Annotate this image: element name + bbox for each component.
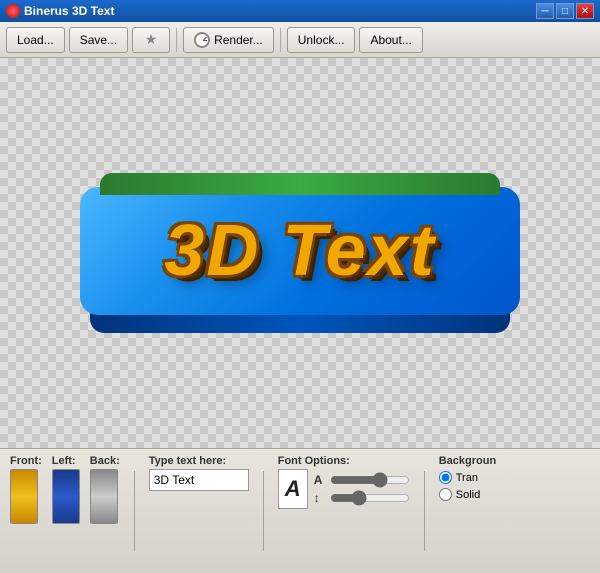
- title-bar-left: Binerus 3D Text: [6, 4, 114, 18]
- toolbar-divider-2: [280, 28, 281, 52]
- unlock-button[interactable]: Unlock...: [287, 27, 356, 53]
- left-color-section: Left:: [52, 455, 80, 524]
- size-slider-row-1: A: [314, 473, 410, 487]
- maximize-button[interactable]: □: [556, 3, 574, 19]
- panel-divider-1: [134, 471, 135, 551]
- left-swatch-inner: [53, 470, 79, 523]
- text-input-section: Type text here:: [149, 455, 249, 491]
- depth-icon: ↕: [314, 491, 326, 505]
- badge-main-face: 3D Text: [80, 187, 520, 315]
- back-color-section: Back:: [90, 455, 120, 524]
- left-label: Left:: [52, 455, 76, 467]
- left-color-swatch[interactable]: [52, 469, 80, 524]
- background-label: Backgroun: [439, 455, 496, 467]
- star-button[interactable]: ★: [132, 27, 170, 53]
- transparent-radio-row: Tran: [439, 471, 496, 484]
- render-button[interactable]: Render...: [183, 27, 274, 53]
- panel-divider-3: [424, 471, 425, 551]
- clock-icon: [194, 32, 210, 48]
- back-color-swatch[interactable]: [90, 469, 118, 524]
- font-options-label: Font Options:: [278, 455, 410, 467]
- title-bar-controls[interactable]: ─ □ ✕: [536, 3, 594, 19]
- text-input-label: Type text here:: [149, 455, 249, 467]
- font-preview-button[interactable]: A: [278, 469, 308, 509]
- front-swatch-group: [10, 469, 38, 524]
- solid-radio[interactable]: [439, 488, 452, 501]
- font-btn-row: A A ↕: [278, 469, 410, 509]
- 3d-text-display: 3D Text: [164, 210, 435, 292]
- size-slider-row-2: ↕: [314, 491, 410, 505]
- load-button[interactable]: Load...: [6, 27, 65, 53]
- bottom-panel: Front: Left: Back: Type text here:: [0, 448, 600, 573]
- 3d-badge: 3D Text: [80, 173, 520, 333]
- left-swatch-group: [52, 469, 80, 524]
- solid-label: Solid: [456, 489, 480, 501]
- back-swatch-inner: [91, 470, 117, 523]
- font-size-slider[interactable]: [330, 473, 410, 487]
- font-options-section: Font Options: A A ↕: [278, 455, 410, 509]
- front-color-section: Front:: [10, 455, 42, 524]
- background-section: Backgroun Tran Solid: [439, 455, 496, 501]
- back-swatch-group: [90, 469, 118, 524]
- transparent-radio[interactable]: [439, 471, 452, 484]
- canvas-area: 3D Text: [0, 58, 600, 448]
- app-icon: [6, 4, 20, 18]
- front-color-swatch[interactable]: [10, 469, 38, 524]
- size-sliders: A ↕: [314, 473, 410, 505]
- toolbar-divider: [176, 28, 177, 52]
- star-icon: ★: [143, 32, 159, 48]
- render-label: Render...: [214, 33, 263, 47]
- 3d-text-container: 3D Text: [70, 153, 530, 353]
- font-letter: A: [285, 476, 301, 502]
- about-button[interactable]: About...: [359, 27, 422, 53]
- panel-divider-2: [263, 471, 264, 551]
- front-label: Front:: [10, 455, 42, 467]
- minimize-button[interactable]: ─: [536, 3, 554, 19]
- text-input-field[interactable]: [149, 469, 249, 491]
- save-button[interactable]: Save...: [69, 27, 128, 53]
- title-bar: Binerus 3D Text ─ □ ✕: [0, 0, 600, 22]
- solid-radio-row: Solid: [439, 488, 496, 501]
- transparent-label: Tran: [456, 472, 478, 484]
- toolbar: Load... Save... ★ Render... Unlock... Ab…: [0, 22, 600, 58]
- front-swatch-inner: [11, 470, 37, 523]
- back-label: Back:: [90, 455, 120, 467]
- title-bar-title: Binerus 3D Text: [24, 4, 114, 18]
- badge-top-face: [100, 173, 500, 195]
- depth-slider[interactable]: [330, 491, 410, 505]
- close-button[interactable]: ✕: [576, 3, 594, 19]
- font-size-icon: A: [314, 473, 326, 487]
